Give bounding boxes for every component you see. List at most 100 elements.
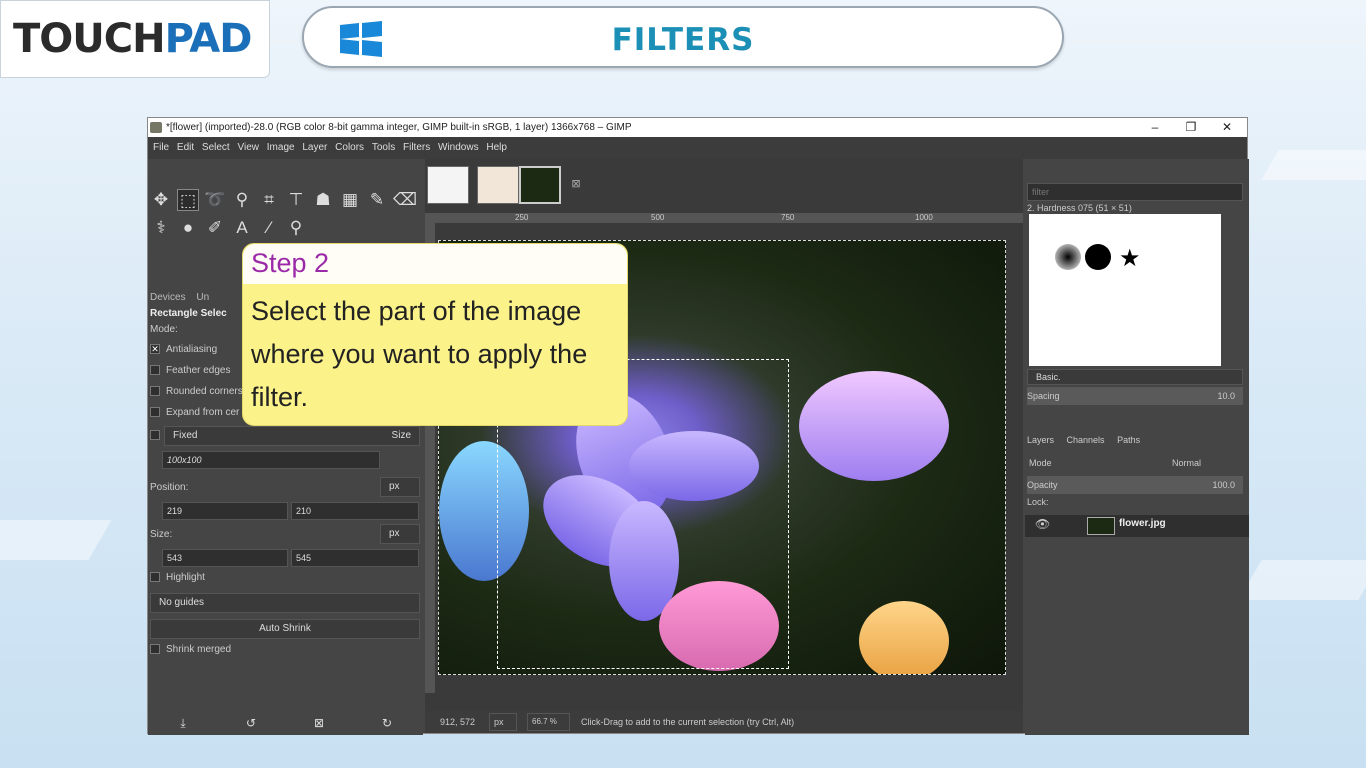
move-tool-icon[interactable]: ✥: [150, 189, 172, 211]
position-x-field[interactable]: 219: [162, 502, 288, 520]
ruler-mark: 500: [651, 213, 665, 222]
zoom-tool-icon[interactable]: ⚲: [285, 217, 307, 239]
layers-dock-tabs[interactable]: Layers Channels Paths: [1027, 431, 1140, 449]
guides-dropdown[interactable]: No guides: [150, 593, 420, 613]
tab-undo[interactable]: Un: [196, 292, 209, 303]
page-title: FILTERS: [611, 22, 755, 58]
restore-options-icon[interactable]: ↺: [240, 712, 262, 734]
position-y-field[interactable]: 210: [291, 502, 419, 520]
tab-paths[interactable]: Paths: [1117, 435, 1140, 445]
close-button[interactable]: ✕: [1209, 118, 1245, 137]
menu-help[interactable]: Help: [486, 142, 507, 153]
crop-tool-icon[interactable]: ⌗: [258, 189, 280, 211]
feather-checkbox[interactable]: [150, 365, 160, 376]
brush-grid[interactable]: ★: [1029, 214, 1221, 366]
reset-options-icon[interactable]: ↻: [376, 712, 398, 734]
brush-hard-icon[interactable]: [1085, 244, 1111, 270]
image-tab-flower[interactable]: [519, 166, 561, 204]
logo-text-pad: PAD: [164, 16, 253, 62]
rounded-checkbox[interactable]: [150, 386, 160, 397]
layer-thumbnail: [1087, 517, 1115, 535]
layer-name[interactable]: flower.jpg: [1119, 515, 1166, 533]
warp-tool-icon[interactable]: ☗: [312, 189, 334, 211]
menu-edit[interactable]: Edit: [177, 142, 194, 153]
minimize-button[interactable]: –: [1137, 118, 1173, 137]
rect-select-tool-icon[interactable]: ⬚: [177, 189, 199, 211]
feather-option[interactable]: Feather edges: [150, 362, 231, 380]
antialiasing-option[interactable]: ✕ Antialiasing: [150, 341, 217, 359]
transform-tool-icon[interactable]: ⊤: [285, 189, 307, 211]
size-label: Size:: [150, 529, 173, 540]
ruler-mark: 250: [515, 213, 529, 222]
rounded-label: Rounded corners: [166, 386, 243, 397]
bg-decoration: [0, 520, 112, 560]
shrink-merged-option[interactable]: Shrink merged: [150, 641, 231, 659]
highlight-checkbox[interactable]: [150, 572, 160, 583]
heal-tool-icon[interactable]: ⚕: [150, 217, 172, 239]
position-unit-select[interactable]: px: [380, 477, 420, 497]
bg-decoration: [1238, 560, 1366, 600]
expand-checkbox[interactable]: [150, 407, 160, 418]
opacity-label: Opacity: [1027, 480, 1058, 490]
paintbrush-tool-icon[interactable]: ✎: [366, 189, 388, 211]
menu-colors[interactable]: Colors: [335, 142, 364, 153]
callout-heading: Step 2: [243, 244, 627, 284]
tab-devices[interactable]: Devices: [150, 292, 186, 303]
layer-mode-label: Mode: [1029, 458, 1052, 468]
pointer-coords: 912, 572: [440, 717, 476, 727]
zoom-select[interactable]: 66.7 %: [527, 713, 570, 731]
lasso-tool-icon[interactable]: ➰: [204, 189, 226, 211]
right-dock: filter 2. Hardness 075 (51 × 51) ★ Basic…: [1025, 159, 1249, 735]
image-tab-1[interactable]: [427, 166, 469, 204]
expand-option[interactable]: Expand from cer: [150, 404, 239, 422]
shrink-merged-label: Shrink merged: [166, 644, 232, 655]
highlight-option[interactable]: Highlight: [150, 569, 205, 587]
size-h-field[interactable]: 545: [291, 549, 419, 567]
menu-view[interactable]: View: [238, 142, 260, 153]
visibility-eye-icon[interactable]: 👁: [1035, 515, 1050, 533]
brush-tag-select[interactable]: Basic.: [1027, 369, 1243, 385]
save-options-icon[interactable]: ⤓: [172, 712, 194, 734]
menu-image[interactable]: Image: [267, 142, 295, 153]
menu-layer[interactable]: Layer: [302, 142, 327, 153]
rounded-option[interactable]: Rounded corners: [150, 383, 243, 401]
brush-star-icon[interactable]: ★: [1119, 244, 1141, 273]
size-w-field[interactable]: 543: [162, 549, 288, 567]
opacity-slider[interactable]: Opacity 100.0: [1027, 476, 1243, 494]
fixed-dropdown[interactable]: Fixed Size: [164, 426, 420, 446]
tab-channels[interactable]: Channels: [1067, 435, 1105, 445]
gimp-app-icon: [150, 122, 162, 133]
shrink-merged-checkbox[interactable]: [150, 644, 160, 655]
text-tool-icon[interactable]: A: [231, 217, 253, 239]
image-tab-2[interactable]: [477, 166, 519, 204]
menu-tools[interactable]: Tools: [372, 142, 395, 153]
size-unit-select[interactable]: px: [380, 524, 420, 544]
brush-soft-icon[interactable]: [1055, 244, 1081, 270]
tab-layers[interactable]: Layers: [1027, 435, 1054, 445]
layer-mode[interactable]: Mode Normal: [1029, 454, 1243, 472]
restore-button[interactable]: ❐: [1173, 118, 1209, 137]
antialiasing-checkbox[interactable]: ✕: [150, 344, 160, 355]
fuzzy-select-icon[interactable]: ⚲: [231, 189, 253, 211]
menu-file[interactable]: File: [153, 142, 169, 153]
color-picker-icon[interactable]: ⁄: [258, 217, 280, 239]
eraser-tool-icon[interactable]: ⌫: [393, 189, 417, 211]
close-tab-icon[interactable]: ⊠: [565, 173, 587, 195]
unit-select[interactable]: px: [489, 713, 517, 731]
lock-label: Lock:: [1027, 497, 1049, 507]
layer-row[interactable]: 👁 flower.jpg: [1025, 515, 1249, 537]
menu-filters[interactable]: Filters: [403, 142, 430, 153]
delete-options-icon[interactable]: ⊠: [308, 712, 330, 734]
opacity-value: 100.0: [1212, 480, 1235, 490]
menu-select[interactable]: Select: [202, 142, 230, 153]
menu-windows[interactable]: Windows: [438, 142, 479, 153]
fixed-checkbox[interactable]: [150, 430, 160, 441]
fixed-label: Fixed: [173, 430, 198, 441]
spacing-slider[interactable]: Spacing 10.0: [1027, 387, 1243, 405]
ratio-field[interactable]: 100x100: [162, 451, 380, 469]
layer-mode-value[interactable]: Normal: [1172, 454, 1201, 472]
paths-tool-icon[interactable]: ✐: [204, 217, 226, 239]
gradient-tool-icon[interactable]: ▦: [339, 189, 361, 211]
auto-shrink-button[interactable]: Auto Shrink: [150, 619, 420, 639]
smudge-tool-icon[interactable]: ●: [177, 217, 199, 239]
